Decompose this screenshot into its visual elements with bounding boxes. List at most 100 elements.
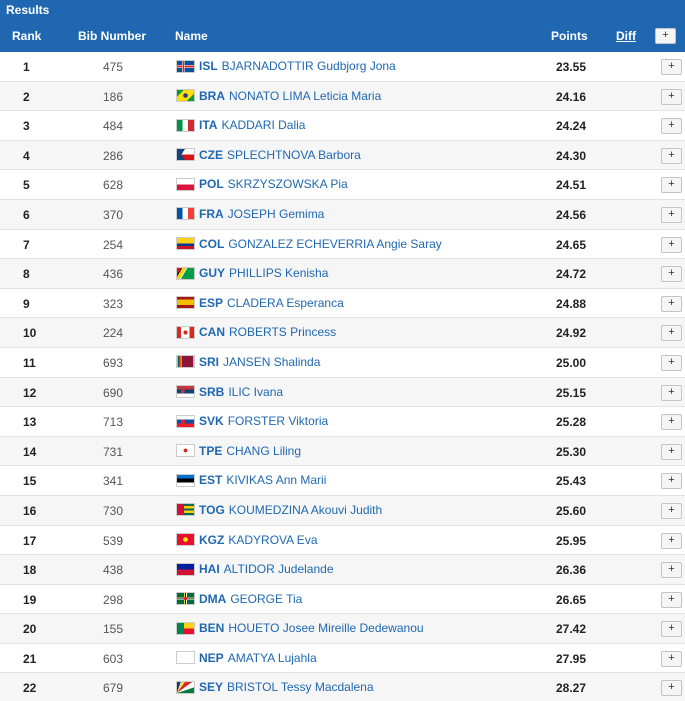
athlete-link[interactable]: ITA KADDARI Dalia	[176, 118, 305, 132]
table-row: 10 224 CAN ROBERTS Princess 24.92 +	[0, 318, 685, 348]
athlete-link[interactable]: KGZ KADYROVA Eva	[176, 533, 318, 547]
athlete-link[interactable]: ESP CLADERA Esperanca	[176, 296, 344, 310]
athlete-link[interactable]: NEP AMATYA Lujahla	[176, 651, 317, 665]
expand-row-button[interactable]: +	[661, 177, 682, 194]
expand-all-button[interactable]: +	[655, 28, 676, 44]
country-code: HAI	[199, 562, 220, 577]
expand-row-button[interactable]: +	[661, 325, 682, 342]
expand-row-button[interactable]: +	[661, 532, 682, 549]
athlete-link[interactable]: SVK FORSTER Viktoria	[176, 414, 328, 428]
athlete-link[interactable]: TOG KOUMEDZINA Akouvi Judith	[176, 503, 382, 517]
points-cell: 28.27	[556, 681, 587, 696]
expand-row-button[interactable]: +	[661, 236, 682, 253]
rank-cell: 1	[23, 60, 30, 74]
athlete-name: GONZALEZ ECHEVERRIA Angie Saray	[228, 236, 442, 251]
rank-cell: 16	[23, 503, 37, 518]
expand-row-button[interactable]: +	[661, 473, 682, 490]
athlete-link[interactable]: CZE SPLECHTNOVA Barbora	[176, 148, 361, 162]
expand-row-button[interactable]: +	[661, 59, 682, 75]
expand-row-button[interactable]: +	[661, 88, 682, 105]
rank-cell: 8	[23, 267, 30, 282]
athlete-link[interactable]: SEY BRISTOL Tessy Macdalena	[176, 680, 374, 694]
rank-cell: 10	[23, 326, 37, 341]
expand-row-button[interactable]: +	[661, 266, 682, 283]
table-row: 2 186 BRA NONATO LIMA Leticia Maria 24.1…	[0, 81, 685, 112]
table-row: 5 628 POL SKRZYSZOWSKA Pia 24.51 +	[0, 170, 685, 200]
results-title-bar: Results	[0, 0, 685, 20]
expand-row-button[interactable]: +	[661, 591, 682, 608]
results-table-body: 1 475 ISL BJARNADOTTIR Gudbjorg Jona 23.…	[0, 52, 685, 701]
athlete-link[interactable]: BEN HOUETO Josee Mireille Dedewanou	[176, 621, 424, 635]
athlete-name: KADDARI Dalia	[221, 118, 306, 133]
column-header-diff[interactable]: Diff	[616, 29, 636, 43]
expand-row-button[interactable]: +	[661, 147, 682, 164]
athlete-link[interactable]: DMA GEORGE Tia	[176, 592, 302, 606]
bib-number-cell: 298	[103, 592, 124, 607]
table-row: 17 539 KGZ KADYROVA Eva 25.95 +	[0, 526, 685, 556]
rank-cell: 13	[23, 415, 37, 430]
athlete-link[interactable]: POL SKRZYSZOWSKA Pia	[176, 177, 348, 191]
expand-row-button[interactable]: +	[661, 680, 682, 697]
country-code: TOG	[199, 502, 225, 517]
athlete-link[interactable]: CAN ROBERTS Princess	[176, 325, 336, 339]
column-header-points[interactable]: Points	[551, 29, 588, 43]
rank-cell: 5	[23, 178, 30, 193]
country-code: TPE	[199, 443, 223, 458]
athlete-link[interactable]: TPE CHANG Liling	[176, 444, 301, 458]
expand-row-button[interactable]: +	[661, 384, 682, 401]
country-code: SRI	[199, 354, 220, 369]
athlete-link[interactable]: GUY PHILLIPS Kenisha	[176, 266, 328, 280]
athlete-name: ILIC Ivana	[228, 384, 284, 399]
athlete-link[interactable]: COL GONZALEZ ECHEVERRIA Angie Saray	[176, 237, 442, 251]
table-row: 11 693 SRI JANSEN Shalinda 25.00 +	[0, 348, 685, 378]
country-code: POL	[199, 177, 224, 192]
athlete-link[interactable]: FRA JOSEPH Gemima	[176, 207, 324, 221]
athlete-link[interactable]: EST KIVIKAS Ann Marii	[176, 473, 326, 487]
rank-cell: 17	[23, 533, 37, 548]
rank-cell: 12	[23, 385, 37, 400]
rank-cell: 3	[23, 119, 30, 134]
points-cell: 24.30	[556, 148, 587, 163]
bib-number-cell: 438	[103, 563, 124, 578]
athlete-name: KIVIKAS Ann Marii	[226, 473, 327, 488]
athlete-link[interactable]: SRI JANSEN Shalinda	[176, 355, 320, 369]
points-cell: 23.55	[556, 60, 587, 74]
country-code: BEN	[199, 621, 225, 636]
expand-row-button[interactable]: +	[661, 295, 682, 312]
expand-row-button[interactable]: +	[661, 414, 682, 431]
expand-row-button[interactable]: +	[661, 354, 682, 371]
table-row: 4 286 CZE SPLECHTNOVA Barbora 24.30 +	[0, 140, 685, 171]
table-row: 22 679 SEY BRISTOL Tessy Macdalena 28.27…	[0, 673, 685, 701]
bib-number-cell: 341	[103, 474, 124, 489]
country-flag-icon	[176, 177, 195, 191]
column-header-name[interactable]: Name	[175, 29, 208, 43]
expand-row-button[interactable]: +	[661, 621, 682, 638]
expand-row-button[interactable]: +	[661, 118, 682, 135]
athlete-name: SPLECHTNOVA Barbora	[227, 147, 361, 162]
country-code: CZE	[199, 147, 223, 162]
country-code: FRA	[199, 206, 224, 221]
bib-number-cell: 731	[103, 444, 124, 459]
expand-row-button[interactable]: +	[661, 502, 682, 519]
bib-number-cell: 436	[103, 267, 124, 282]
bib-number-cell: 539	[103, 533, 124, 548]
expand-row-button[interactable]: +	[661, 650, 682, 667]
bib-number-cell: 679	[103, 681, 124, 696]
expand-row-button[interactable]: +	[661, 443, 682, 460]
athlete-name: PHILLIPS Kenisha	[229, 266, 329, 281]
table-row: 8 436 GUY PHILLIPS Kenisha 24.72 +	[0, 259, 685, 289]
athlete-link[interactable]: ISL BJARNADOTTIR Gudbjorg Jona	[176, 59, 396, 73]
points-cell: 25.60	[556, 503, 587, 518]
athlete-link[interactable]: HAI ALTIDOR Judelande	[176, 562, 334, 576]
expand-row-button[interactable]: +	[661, 206, 682, 223]
rank-cell: 21	[23, 651, 37, 666]
column-header-rank[interactable]: Rank	[12, 29, 41, 43]
country-flag-icon	[176, 89, 195, 103]
column-header-bib-number[interactable]: Bib Number	[78, 29, 146, 43]
country-flag-icon	[176, 651, 195, 665]
country-code: SEY	[199, 680, 224, 695]
expand-row-button[interactable]: +	[661, 562, 682, 579]
athlete-link[interactable]: SRB ILIC Ivana	[176, 385, 283, 399]
bib-number-cell: 693	[103, 355, 124, 370]
athlete-link[interactable]: BRA NONATO LIMA Leticia Maria	[176, 89, 381, 103]
